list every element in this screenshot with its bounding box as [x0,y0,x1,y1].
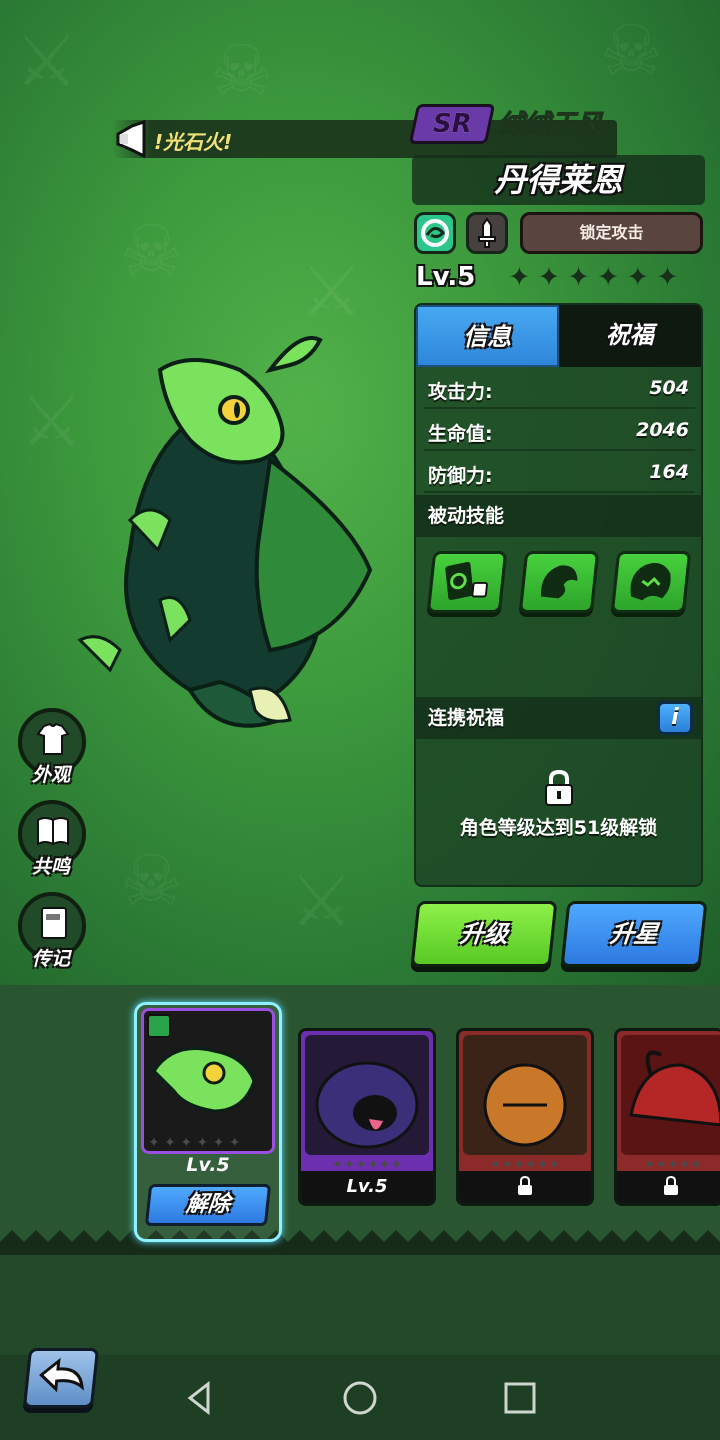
monster-portrait [305,1035,429,1155]
bg-pattern-icon: ☠ [600,10,663,92]
swirl-icon [421,219,449,247]
ghost-skill-icon [630,563,671,601]
stat-label: 防御力: [428,465,493,487]
star-rating: ✦ ✦ ✦ ✦ ✦ ✦ [508,262,679,294]
resonance-button[interactable]: 共鸣 [18,800,86,878]
upgrade-button[interactable]: 升级 [410,901,558,967]
roster-card-locked[interactable]: ✦✦✦✦✦ [614,1028,720,1206]
passive-skills-header: 被动技能 [416,495,701,537]
lock-icon [663,1175,678,1195]
passive-skill-2[interactable] [518,551,600,613]
nav-recents-icon[interactable] [500,1378,540,1418]
card-lock-footer [459,1171,591,1203]
bond-blessing-header: 连携祝福 i [416,697,701,739]
stat-value: 504 [649,377,689,399]
sword-icon [478,217,496,248]
bg-pattern-icon: ☠ [120,210,183,292]
stat-row-defense: 防御力: 164 [424,453,695,493]
bond-blessing-title: 连携祝福 [428,707,505,729]
lock-attack-button[interactable]: 锁定攻击 [520,212,703,254]
card-lock-footer [617,1171,720,1203]
svg-text:✦ ✦ ✦ ✦ ✦ ✦: ✦ ✦ ✦ ✦ ✦ ✦ [148,1135,241,1151]
monster-portrait [621,1035,720,1155]
star-icon: ✦ [626,262,650,293]
beast-skill-icon [541,565,578,599]
lock-icon [545,769,573,806]
bg-pattern-icon: ☠ [210,30,273,112]
selected-hero-portrait: ✦ ✦ ✦ ✦ ✦ ✦ [141,1008,275,1154]
spike-divider [0,1230,720,1258]
resonance-label: 共鸣 [32,856,71,878]
selected-hero-level: Lv.5 [186,1154,230,1176]
stat-row-attack: 攻击力: 504 [424,369,695,409]
book-icon [37,817,69,846]
journal-icon [41,907,67,939]
purple-monster-icon [315,1061,419,1149]
megaphone-icon [116,120,146,158]
bg-pattern-icon: ⚔ [290,860,353,942]
back-button[interactable] [22,1348,100,1408]
star-icon: ✦ [567,262,590,293]
nav-home-icon[interactable] [340,1378,380,1418]
rarity-badge: SR [408,104,496,144]
panel-tabs: 信息 祝福 [416,305,701,367]
unlock-requirement-text: 角色等级达到51级解锁 [459,817,658,839]
tab-info[interactable]: 信息 [416,305,559,367]
biography-button[interactable]: 传记 [18,892,86,970]
passive-skill-3[interactable] [610,551,692,613]
info-button[interactable]: i [657,701,693,735]
biography-label: 传记 [32,948,71,970]
remove-button[interactable]: 解除 [144,1184,272,1226]
bg-pattern-icon: ⚔ [15,20,78,102]
return-arrow-icon [39,1357,84,1393]
star-icon: ✦ [656,262,679,293]
hero-level: Lv.5 [416,262,476,292]
roster-card-locked[interactable]: ✦✦✦✦✦✦ [456,1028,594,1206]
tab-blessing[interactable]: 祝福 [559,305,702,367]
red-demon-icon [629,1050,720,1127]
passive-skill-1[interactable] [426,551,508,613]
star-icon: ✦ [508,262,531,293]
roster-footer [0,1255,720,1355]
nav-back-icon[interactable] [180,1378,220,1418]
stat-row-hp: 生命值: 2046 [424,411,695,451]
sword-class-icon[interactable] [466,212,508,254]
dragon-portrait: ✦ ✦ ✦ ✦ ✦ ✦ [144,1011,272,1151]
hero-info-panel: 信息 祝福 攻击力: 504 生命值: 2046 防御力: 164 被动技能 连… [414,303,703,887]
lock-icon [518,1175,532,1195]
appearance-label: 外观 [32,764,71,786]
bg-pattern-icon: ☠ [120,840,183,922]
shirt-icon [36,722,70,755]
star-up-button[interactable]: 升星 [560,901,708,967]
appearance-button[interactable]: 外观 [18,708,86,786]
star-icon: ✦ [537,262,561,293]
stat-label: 攻击力: [428,381,493,403]
hero-portrait [77,336,373,728]
ticker-text: !光石火! [154,130,233,154]
monster-portrait [463,1035,587,1155]
stat-value: 164 [649,461,689,483]
card-skill-icon [445,561,488,601]
star-icon: ✦ [596,262,620,293]
hero-subtitle: 绒绒于风 [497,110,603,141]
stat-value: 2046 [636,419,689,441]
card-level: Lv.5 [301,1171,433,1203]
wind-element-icon[interactable] [414,212,456,254]
stat-label: 生命值: [428,423,493,445]
roster-card[interactable]: ✦✦✦✦✦✦ Lv.5 [298,1028,436,1206]
hero-name: 丹得莱恩 [412,155,705,205]
pumpkin-monster-icon [483,1063,567,1147]
